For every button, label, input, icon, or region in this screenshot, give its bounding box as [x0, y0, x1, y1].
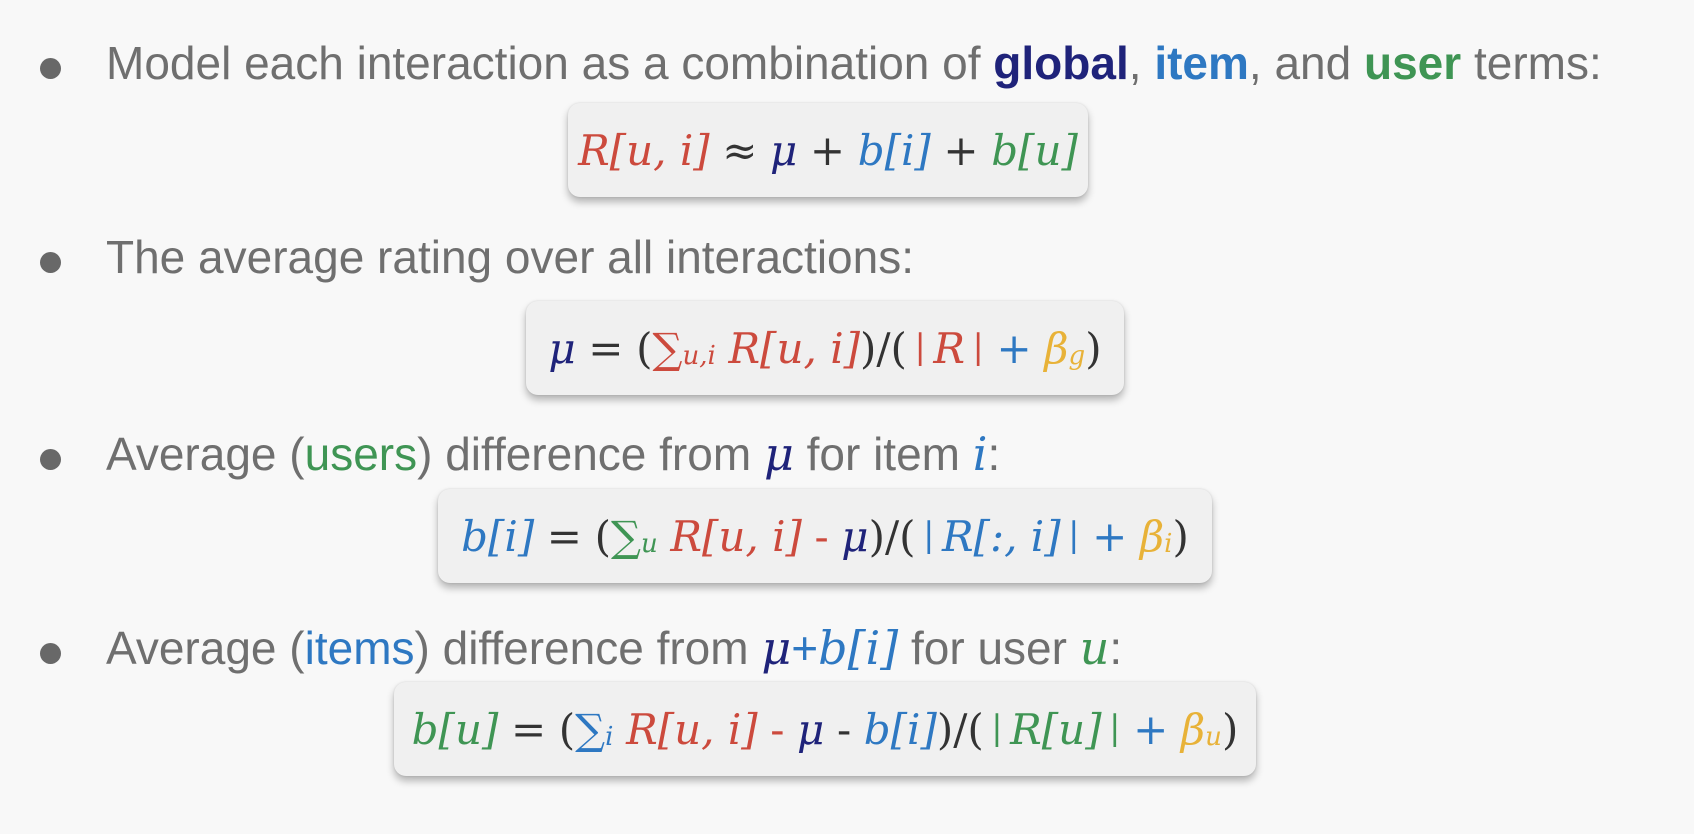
item-bias: b[i] — [461, 511, 535, 561]
term-item: item — [1154, 37, 1249, 89]
abs-bar: | — [972, 327, 984, 367]
text-segment: ) difference from — [414, 622, 762, 674]
formula-item-bias: b[i] = ( ∑ u R[u, i] - μ )/( | R[:, i] |… — [438, 489, 1212, 583]
text-segment: : — [987, 428, 1001, 480]
text-segment: Average ( — [106, 428, 305, 480]
close-paren: ) — [1221, 704, 1239, 754]
term-user: user — [1364, 37, 1462, 89]
rating-set: R — [933, 323, 965, 373]
sum-symbol: ∑ — [610, 511, 641, 561]
rating-term: R[u, i] — [578, 125, 710, 175]
term-users: users — [304, 428, 418, 480]
minus-sign: - — [770, 704, 785, 754]
text-segment: , — [1128, 37, 1155, 89]
term-global: global — [993, 37, 1129, 89]
beta-subscript: g — [1068, 341, 1086, 372]
divide-paren: )/( — [936, 704, 984, 754]
close-paren: ) — [1172, 511, 1189, 561]
user-bias: b[u] — [411, 704, 499, 754]
rating-term: R[u, i] — [670, 511, 802, 561]
bullet-text: Average (users) difference from μ for it… — [106, 424, 1000, 484]
user-bias: b[u] — [991, 125, 1078, 175]
text-segment: : — [1109, 622, 1123, 674]
text-segment: Model each interaction as a combination … — [106, 37, 994, 89]
inline-item-i: i — [972, 427, 988, 481]
item-column: R[:, i] — [941, 511, 1061, 561]
plus-sign: + — [996, 323, 1032, 373]
rating-term: R[u, i] — [728, 323, 861, 373]
plus-sign: + — [1133, 704, 1169, 754]
text-segment: ) difference from — [417, 428, 764, 480]
abs-bar: | — [914, 327, 926, 367]
bullet-text: Model each interaction as a combination … — [106, 33, 1602, 93]
global-mu: μ — [841, 511, 869, 561]
close-paren: ) — [1085, 323, 1102, 373]
abs-bar: | — [991, 708, 1003, 748]
equals-sign: = — [546, 511, 582, 561]
user-row: R[u] — [1010, 704, 1102, 754]
inline-item-bias: b[i] — [818, 621, 899, 675]
minus-sign: - — [814, 511, 829, 561]
open-paren: ( — [558, 704, 576, 754]
beta-regularizer: β — [1139, 511, 1165, 561]
global-mu: μ — [770, 125, 798, 175]
formula-rating-model: R[u, i] ≈ μ + b[i] + b[u] — [568, 103, 1088, 197]
sum-subscript: u,i — [682, 341, 716, 372]
text-segment: terms: — [1461, 37, 1602, 89]
rating-term: R[u, i] — [626, 704, 758, 754]
equals-sign: = — [588, 323, 624, 373]
bullet-dot — [40, 252, 61, 273]
divide-paren: )/( — [868, 511, 916, 561]
beta-regularizer: β — [1044, 323, 1069, 373]
item-bias: b[i] — [857, 125, 931, 175]
abs-bar: | — [1109, 708, 1121, 748]
sum-subscript: i — [605, 722, 614, 753]
beta-subscript: i — [1164, 529, 1173, 560]
formula-user-bias: b[u] = ( ∑ i R[u, i] - μ - b[i] )/( | R[… — [394, 682, 1256, 776]
bullet-text: Average (items) difference from μ+b[i] f… — [106, 618, 1122, 678]
inline-mu: μ — [761, 621, 792, 675]
global-mu: μ — [548, 323, 576, 373]
abs-bar: | — [1068, 515, 1080, 555]
inline-user-u: u — [1079, 621, 1110, 675]
sum-symbol: ∑ — [652, 323, 683, 373]
bullet-dot — [40, 58, 61, 79]
approx-sign: ≈ — [722, 125, 758, 175]
plus-sign: + — [943, 125, 979, 175]
open-paren: ( — [636, 323, 653, 373]
text-segment: Average ( — [106, 622, 305, 674]
bullet-dot — [40, 449, 61, 470]
bullet-dot — [40, 643, 61, 664]
inline-mu: μ — [763, 427, 794, 481]
beta-subscript: u — [1205, 722, 1222, 753]
beta-regularizer: β — [1180, 704, 1206, 754]
bullet-item-difference: Average (users) difference from μ for it… — [0, 424, 1694, 484]
plus-sign: + — [809, 125, 846, 175]
formula-global-mean: μ = ( ∑ u,i R[u, i] )/( | R | + βg ) — [526, 301, 1124, 395]
sum-subscript: u — [640, 529, 658, 560]
global-mu: μ — [797, 704, 825, 754]
divide-paren: )/( — [860, 323, 907, 373]
text-segment: for item — [793, 428, 973, 480]
abs-bar: | — [923, 515, 935, 555]
sum-symbol: ∑ — [575, 704, 606, 754]
equals-sign: = — [510, 704, 547, 754]
minus-sign: - — [836, 704, 852, 754]
item-bias: b[i] — [863, 704, 937, 754]
bullet-model-interaction: Model each interaction as a combination … — [0, 33, 1694, 93]
text-segment: for user — [898, 622, 1080, 674]
term-items: items — [304, 622, 415, 674]
open-paren: ( — [594, 511, 611, 561]
bullet-text: The average rating over all interactions… — [106, 231, 914, 283]
text-segment: , and — [1248, 37, 1364, 89]
plus-sign: + — [1092, 511, 1128, 561]
inline-plus: + — [791, 622, 819, 674]
bullet-average-rating: The average rating over all interactions… — [0, 227, 1694, 287]
bullet-user-difference: Average (items) difference from μ+b[i] f… — [0, 618, 1694, 678]
